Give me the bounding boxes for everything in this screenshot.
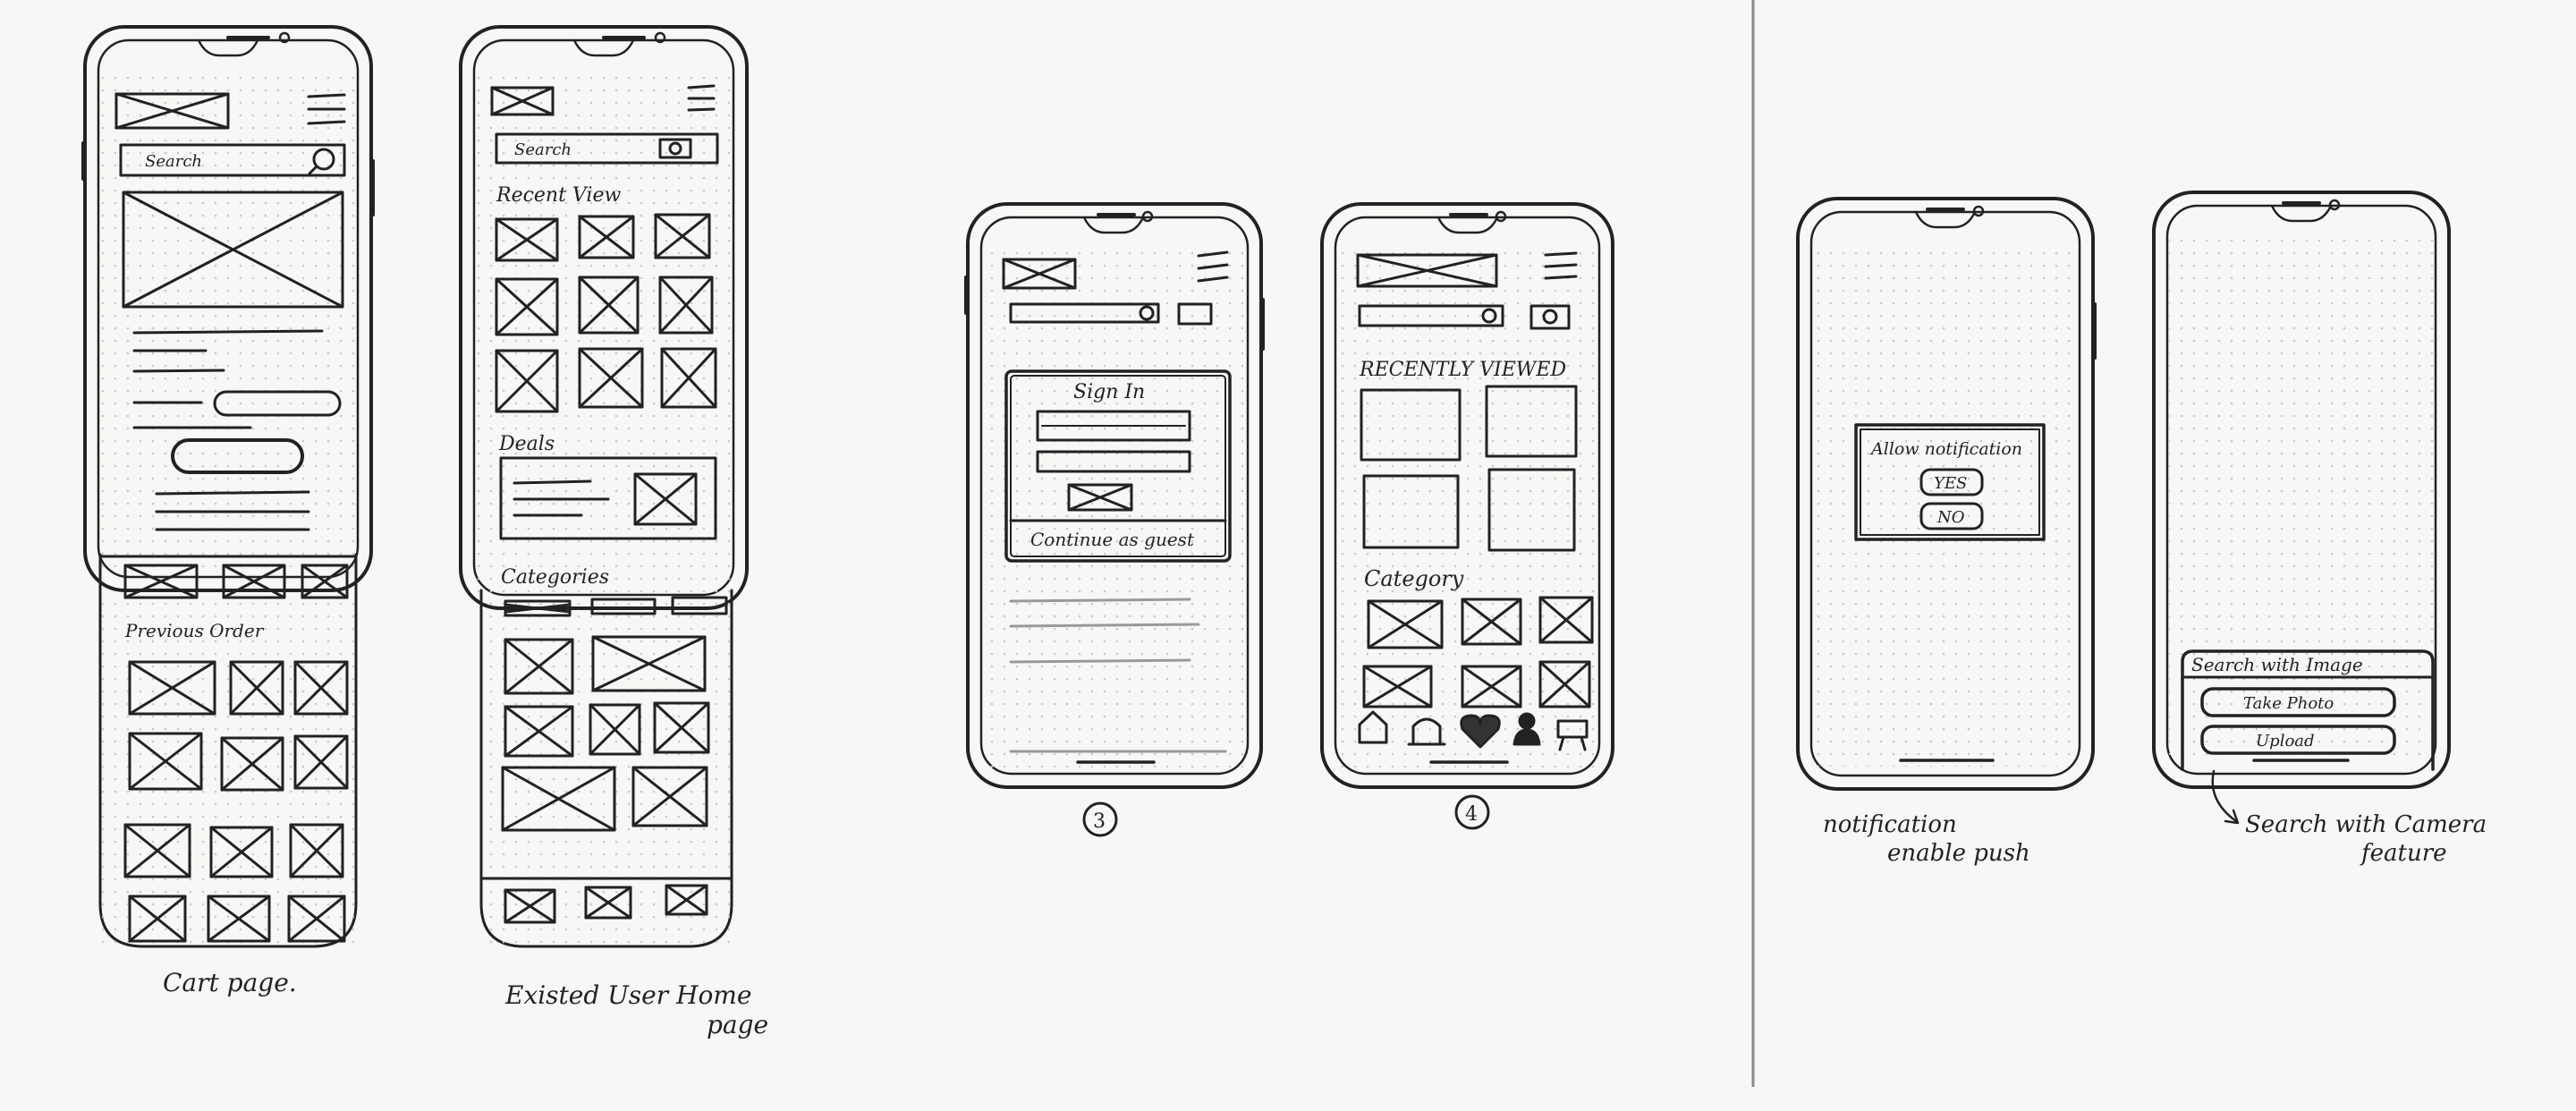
categories-heading: Categories — [501, 566, 609, 589]
caption-cart: Cart page. — [163, 968, 297, 997]
category-heading: Category — [1364, 566, 1464, 591]
previous-order-heading: Previous Order — [124, 620, 265, 641]
take-photo-label: Take Photo — [2243, 694, 2334, 713]
notification-title: Allow notification — [1869, 439, 2022, 459]
camera-sheet-title: Search with Image — [2191, 654, 2363, 675]
caption-home-line2: page — [707, 1010, 768, 1039]
profile-icon — [1518, 712, 1536, 730]
phone-home-page — [459, 25, 749, 948]
signin-heading: Sign In — [1073, 381, 1145, 403]
recently-viewed-heading: RECENTLY VIEWED — [1359, 359, 1566, 381]
recent-view-heading: Recent View — [496, 184, 621, 207]
caption-home-line1: Existed User Home — [504, 980, 751, 1010]
phone-cart-page — [81, 25, 375, 948]
deals-heading: Deals — [498, 433, 555, 455]
upload-label: Upload — [2256, 732, 2315, 751]
phone-sign-in — [964, 202, 1265, 789]
caption-camera-line1: Search with Camera — [2245, 811, 2487, 838]
caption-number-3: 3 — [1093, 810, 1106, 833]
notification-no-label: NO — [1936, 508, 1965, 527]
caption-camera-line2: feature — [2360, 840, 2447, 867]
notification-yes-label: YES — [1934, 474, 1967, 493]
phone-notification — [1796, 197, 2097, 791]
cart-search-label: Search — [145, 152, 202, 171]
continue-guest-label[interactable]: Continue as guest — [1030, 529, 1195, 550]
home-search-label: Search — [514, 140, 572, 159]
caption-notification-line2: enable push — [1887, 840, 2030, 867]
caption-number-4: 4 — [1465, 803, 1478, 826]
wireframe-sketch-sheet: Search Previous Order Search Recent View… — [0, 0, 2576, 1111]
caption-notification-line1: notification — [1823, 811, 1957, 838]
phone-recently-viewed — [1320, 202, 1614, 789]
